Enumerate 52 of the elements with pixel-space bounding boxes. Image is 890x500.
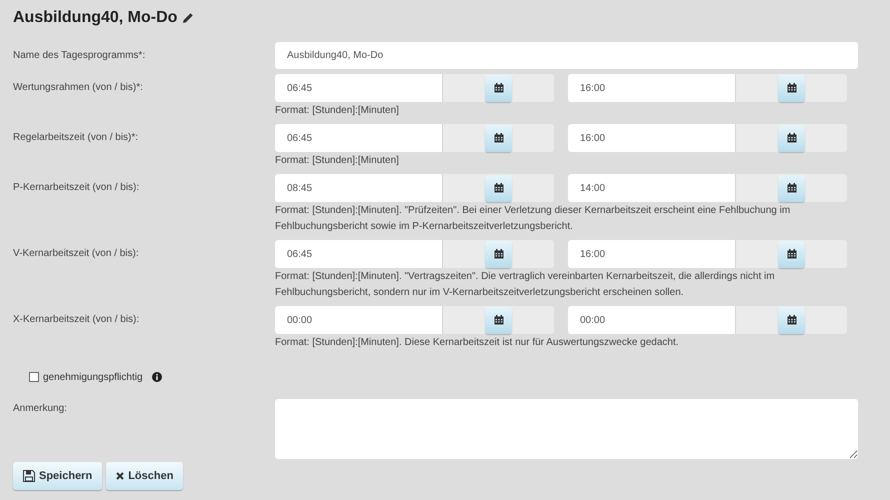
calendar-icon — [786, 133, 796, 143]
help-text: Format: [Stunden]:[Minuten]. "Prüfzeiten". Bei einer Verletzung dieser Kernarbeitszeit erscheint eine Fehlbuchung im Fehlbuchungsbericht sowie im P-Kernarbeitszeitverletzungsbericht. — [275, 204, 792, 234]
calendar-icon — [494, 183, 504, 193]
close-icon — [116, 472, 124, 480]
calendar-button[interactable] — [485, 124, 512, 152]
remark-field[interactable] — [275, 399, 858, 459]
calendar-button[interactable] — [778, 74, 805, 102]
info-icon[interactable] — [152, 372, 162, 382]
field-label: P-Kernarbeitszeit (von / bis): — [13, 181, 140, 195]
field-label: X-Kernarbeitszeit (von / bis): — [13, 313, 140, 327]
calendar-button[interactable] — [485, 74, 512, 102]
calendar-icon — [786, 83, 796, 93]
field-label: Name des Tagesprogramms*: — [13, 49, 146, 63]
calendar-icon — [494, 315, 504, 325]
calendar-icon — [786, 183, 796, 193]
checkbox[interactable] — [29, 372, 39, 382]
save-button[interactable]: Speichern — [13, 462, 102, 490]
help-text: Format: [Stunden]:[Minuten]. "Vertragszeiten". Die vertraglich vereinbarten Kernarbeitszeit, die allerdings nicht im Fehlbuchungsbericht, sondern nur im V-Kernarbeitszeitverletzungsbericht erscheinen sollen. — [275, 270, 776, 300]
help-text: Format: [Stunden]:[Minuten] — [275, 104, 400, 118]
help-text: Format: [Stunden]:[Minuten]. Diese Kernarbeitszeit ist nur für Auswertungszwecke gedacht. — [275, 336, 680, 350]
calendar-button[interactable] — [485, 174, 512, 202]
pencil-icon[interactable] — [182, 12, 194, 24]
delete-button[interactable]: Löschen — [106, 462, 184, 490]
help-text: Format: [Stunden]:[Minuten] — [275, 154, 400, 168]
field-label: Regelarbeitszeit (von / bis)*: — [13, 131, 138, 145]
calendar-button[interactable] — [778, 240, 805, 268]
calendar-button[interactable] — [778, 124, 805, 152]
calendar-icon — [494, 133, 504, 143]
checkbox-label: genehmigungspflichtig — [43, 370, 143, 384]
time-field[interactable]: 16:00 — [568, 124, 735, 152]
calendar-button[interactable] — [485, 306, 512, 334]
calendar-icon — [494, 83, 504, 93]
calendar-icon — [494, 249, 504, 259]
calendar-button[interactable] — [485, 240, 512, 268]
calendar-button[interactable] — [778, 174, 805, 202]
text-field[interactable]: Ausbildung40, Mo-Do — [275, 42, 858, 69]
time-field[interactable]: 14:00 — [568, 174, 735, 202]
calendar-button[interactable] — [778, 306, 805, 334]
time-field[interactable]: 16:00 — [568, 240, 735, 268]
field-label: Wertungsrahmen (von / bis)*: — [13, 81, 143, 95]
time-field[interactable]: 16:00 — [568, 74, 735, 102]
field-label: V-Kernarbeitszeit (von / bis): — [13, 247, 139, 261]
time-field[interactable]: 06:45 — [275, 124, 442, 152]
time-field[interactable]: 00:00 — [568, 306, 735, 334]
calendar-icon — [786, 315, 796, 325]
page-title: Ausbildung40, Mo-Do — [13, 8, 178, 28]
time-field[interactable]: 06:45 — [275, 240, 442, 268]
calendar-icon — [786, 249, 796, 259]
time-field[interactable]: 08:45 — [275, 174, 442, 202]
time-field[interactable]: 00:00 — [275, 306, 442, 334]
time-field[interactable]: 06:45 — [275, 74, 442, 102]
field-label: Anmerkung: — [13, 403, 67, 414]
